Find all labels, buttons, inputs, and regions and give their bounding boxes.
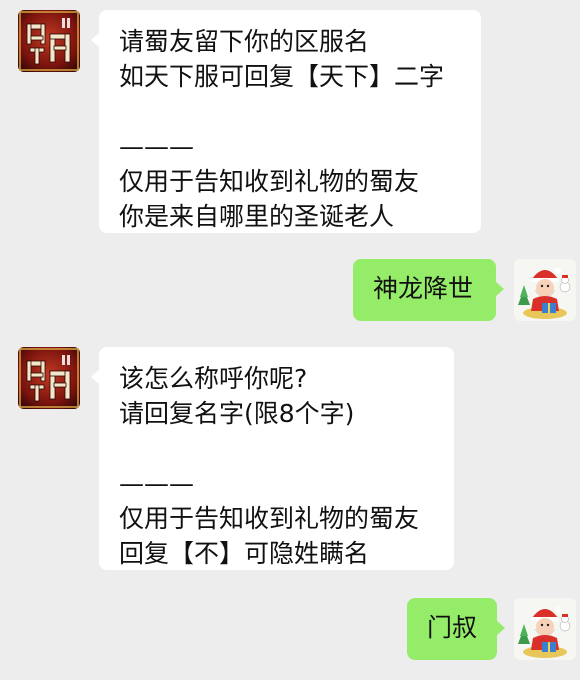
message-divider: ———: [119, 132, 194, 161]
message-text: 神龙降世: [373, 274, 474, 303]
shumen-game-logo-icon[interactable]: [18, 10, 80, 72]
message-bubble[interactable]: 神龙降世: [353, 259, 504, 321]
message-divider: ———: [119, 469, 194, 498]
santa-avatar-icon[interactable]: [514, 598, 576, 660]
message-text-line: 仅用于告知收到礼物的蜀友: [119, 504, 420, 533]
message-bubble[interactable]: 该怎么称呼你呢? 请回复名字(限8个字) ——— 仅用于告知收到礼物的蜀友 回复…: [91, 347, 454, 570]
message-text-line: 该怎么称呼你呢?: [119, 364, 308, 393]
shumen-game-logo-icon[interactable]: [18, 347, 80, 409]
message-text-line: 你是来自哪里的圣诞老人: [119, 202, 395, 231]
message-text-line: 请回复名字(限8个字): [119, 399, 355, 428]
santa-avatar-icon[interactable]: [514, 259, 576, 321]
message-text-line: 仅用于告知收到礼物的蜀友: [119, 167, 420, 196]
message-bubble[interactable]: 门叔: [407, 598, 505, 660]
message-bubble[interactable]: 请蜀友留下你的区服名 如天下服可回复【天下】二字 ——— 仅用于告知收到礼物的蜀…: [91, 10, 481, 233]
message-text-line: 回复【不】可隐姓瞒名: [119, 539, 370, 568]
message-text-line: 请蜀友留下你的区服名: [119, 27, 370, 56]
message-text: 门叔: [427, 613, 478, 642]
message-text-line: 如天下服可回复【天下】二字: [119, 62, 445, 91]
